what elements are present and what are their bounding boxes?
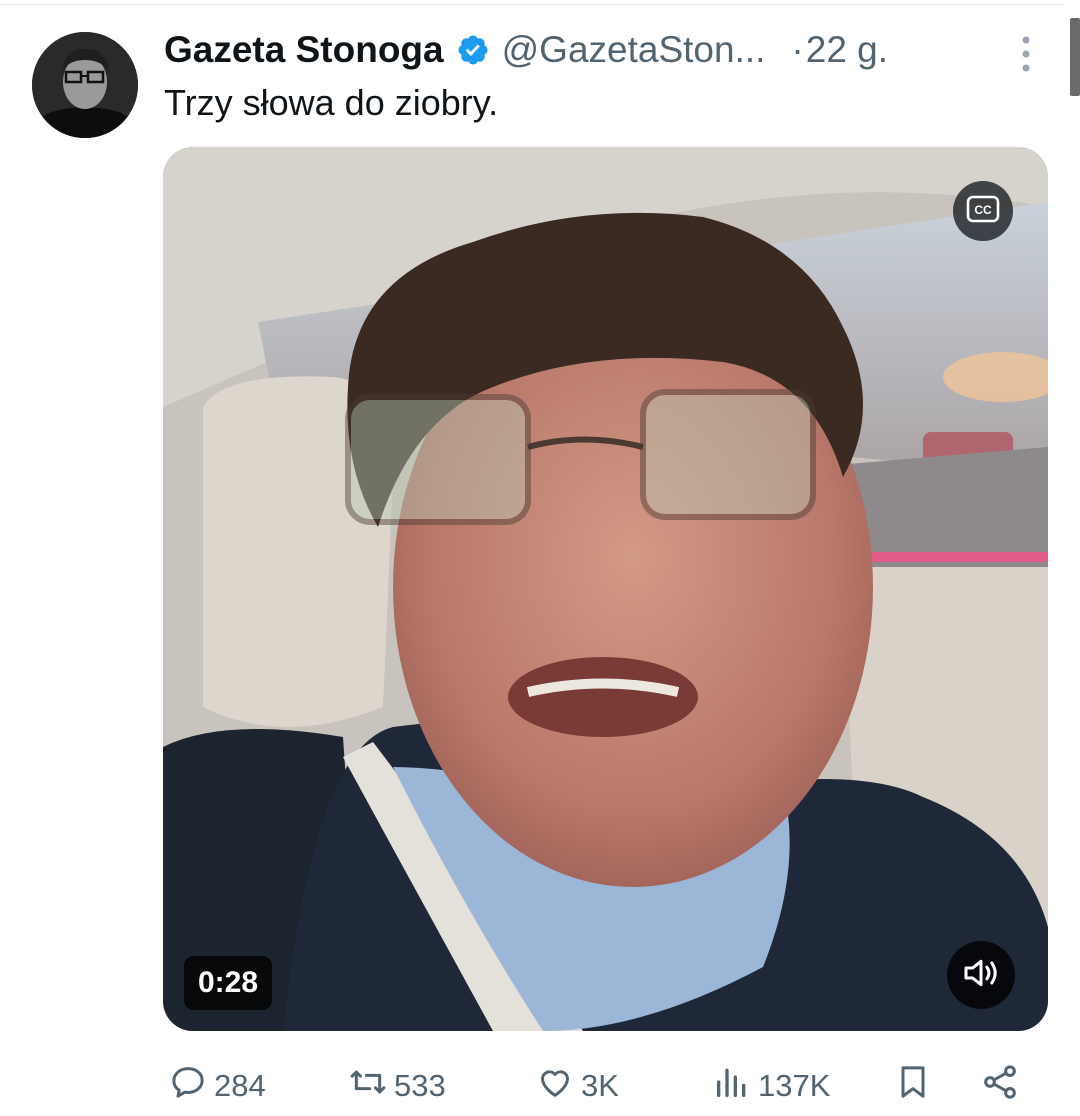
- cc-icon: CC: [966, 195, 1000, 228]
- verified-badge-icon: [456, 33, 490, 67]
- reply-icon: [168, 1062, 214, 1110]
- top-divider: [0, 4, 1064, 5]
- reply-button[interactable]: 284: [168, 1060, 266, 1112]
- author-handle[interactable]: @GazetaSton...: [502, 29, 766, 71]
- scrollbar[interactable]: [1070, 18, 1080, 96]
- bookmark-icon: [893, 1062, 939, 1110]
- separator-dot: ·: [791, 29, 804, 70]
- share-icon: [980, 1062, 1026, 1110]
- like-count: 3K: [581, 1068, 619, 1103]
- avatar[interactable]: [32, 32, 138, 138]
- reply-count: 284: [214, 1068, 266, 1103]
- bookmark-button[interactable]: [893, 1060, 939, 1112]
- repost-icon: [348, 1062, 394, 1110]
- video-duration-badge: 0:28: [184, 956, 273, 1010]
- video-player[interactable]: CC 0:28: [163, 147, 1048, 1031]
- sound-toggle-button[interactable]: [947, 941, 1015, 1009]
- tweet-text: Trzy słowa do ziobry.: [164, 82, 499, 123]
- like-button[interactable]: 3K: [535, 1060, 619, 1112]
- repost-button[interactable]: 533: [348, 1060, 446, 1112]
- speaker-icon: [961, 953, 1001, 998]
- share-button[interactable]: [980, 1060, 1026, 1112]
- timestamp[interactable]: 22 g.: [806, 29, 888, 71]
- views-button[interactable]: 137K: [712, 1060, 830, 1112]
- video-frame: [163, 147, 1048, 1031]
- tweet-header: Gazeta Stonoga @GazetaSton... · 22 g.: [164, 26, 1044, 74]
- author-name[interactable]: Gazeta Stonoga: [164, 29, 444, 71]
- more-options-icon[interactable]: [1017, 34, 1035, 74]
- heart-icon: [535, 1062, 581, 1110]
- views-chart-icon: [712, 1062, 758, 1110]
- repost-count: 533: [394, 1068, 446, 1103]
- tweet-actions-bar: 284 533 3K 137K: [0, 1060, 1080, 1112]
- svg-text:CC: CC: [974, 203, 992, 217]
- views-count: 137K: [758, 1068, 831, 1103]
- captions-button[interactable]: CC: [953, 181, 1013, 241]
